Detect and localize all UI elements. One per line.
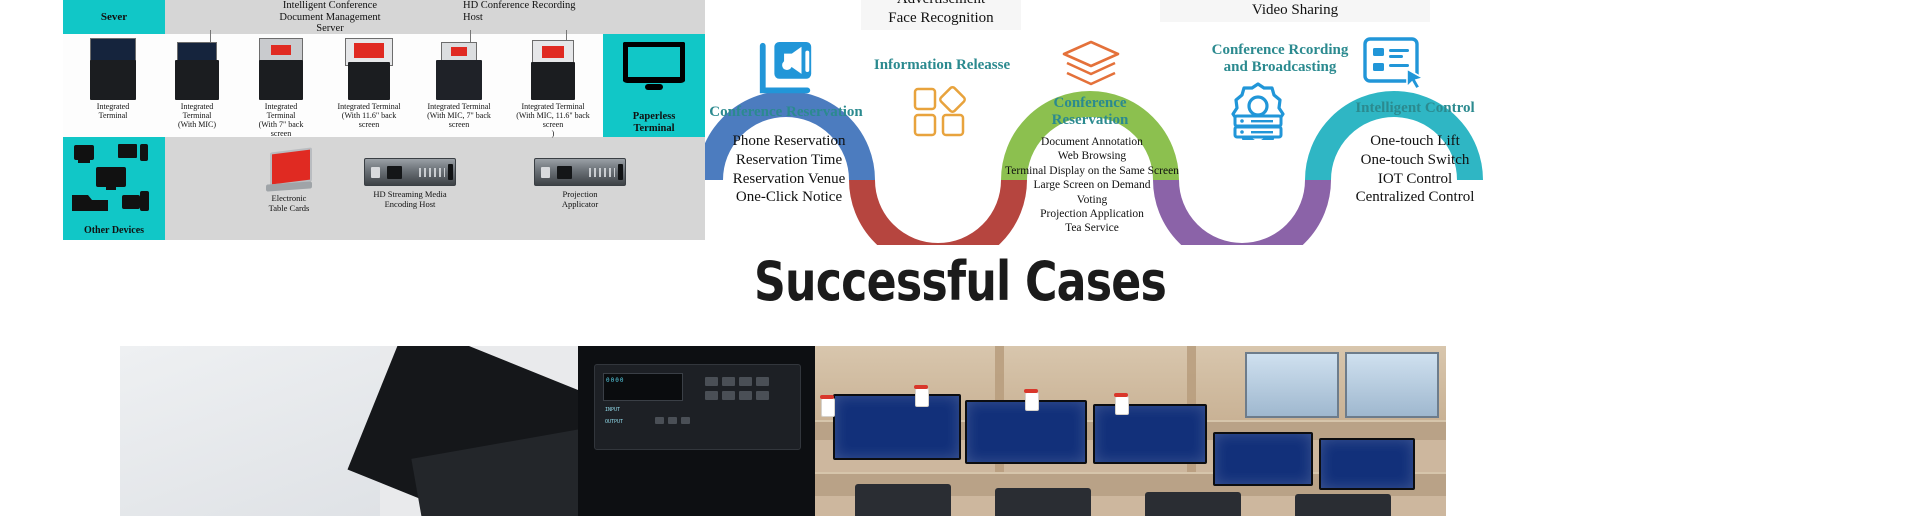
terminal-item: Integrated Terminal (With MIC) [155, 30, 239, 129]
other-devices-cell: Other Devices [63, 137, 165, 240]
segment-top-text-information-release: Advertisement Face Recognition [861, 0, 1021, 30]
bottom-item-caption: Projection Applicator [561, 189, 599, 209]
case-photo-strip: 0000 INPUT OUTPUT [120, 346, 1446, 516]
segment-title-conference-recording: Conference Rcording and Broadcasting [1211, 42, 1349, 75]
terminal-caption: Integrated Terminal (With MIC) [177, 102, 217, 129]
segment-details-intelligent-control: One-touch Lift One-touch Switch IOT Cont… [1355, 133, 1475, 206]
terminal-item: Integrated Terminal (With MIC, 11.6" bac… [505, 30, 601, 138]
tiles-icon [913, 86, 966, 137]
segment-title-conference-reservation-2: Conference Reservation [1051, 95, 1129, 128]
electronic-table-card-art [266, 147, 312, 192]
segment-title-intelligent-control: Intelligent Control [1355, 100, 1475, 116]
integrated-terminal-mic-7-art [424, 30, 494, 100]
bottom-item: Projection Applicator [495, 158, 665, 209]
segment-top-text-conference-recording: Conference Recording and Broadcasting Vi… [1160, 0, 1430, 22]
conference-room-photo [815, 346, 1446, 516]
panel-lcd-text: 0000 [606, 377, 625, 384]
segment-title-information-release: Information Releasse [873, 57, 1011, 73]
workflow-infographic: Conference Reservation Phone Reservation… [705, 0, 1515, 245]
header-intelligent-conference-doc-server: Intelligent Conference Document Manageme… [279, 0, 381, 34]
segment-title-conference-reservation: Conference Reservation [709, 104, 863, 120]
paperless-terminal-cell: Paperless Terminal [603, 34, 705, 137]
terminal-item: Integrated Terminal (With 11.6" back scr… [323, 38, 415, 129]
integrated-terminal-mic-116-art [518, 30, 588, 100]
bottom-item-caption: Electronic Table Cards [268, 193, 310, 213]
panel-label-2: OUTPUT [605, 419, 624, 425]
touch-panel-icon [1363, 37, 1426, 91]
terminal-item: Integrated Terminal [71, 38, 155, 120]
layers-icon [1062, 40, 1120, 86]
paperless-terminal-label: Paperless Terminal [632, 111, 676, 134]
control-panel-photo: 0000 INPUT OUTPUT [578, 346, 815, 516]
devices-icons [72, 144, 149, 211]
terminal-caption: Integrated Terminal [96, 102, 130, 120]
hd-streaming-encoding-host-art [364, 158, 456, 186]
integrated-terminal-7inch-art [246, 38, 316, 100]
terminal-caption: Integrated Terminal (With MIC, 7" back s… [427, 102, 491, 129]
terminal-caption: Integrated Terminal (With MIC, 11.6" bac… [516, 102, 590, 138]
terminal-item: Integrated Terminal (With MIC, 7" back s… [413, 30, 505, 129]
segment-details-conference-reservation: Phone Reservation Reservation Time Reser… [732, 133, 846, 206]
terminal-caption: Integrated Terminal (With 11.6" back scr… [337, 102, 401, 129]
integrated-terminal-mic-art [162, 30, 232, 100]
bottom-item-caption: HD Streaming Media Encoding Host [373, 189, 447, 209]
monitor-icon [623, 42, 685, 90]
header-hd-conference-recording-host: HD Conference Recording Host [463, 0, 576, 23]
segment-details-conference-reservation-2: Document Annotation Web Browsing Termina… [1005, 136, 1179, 235]
terminal-caption: Integrated Terminal (With 7" back screen [258, 102, 304, 138]
integrated-terminal-art [78, 38, 148, 100]
projection-applicator-art [534, 158, 626, 186]
terminal-item: Integrated Terminal (With 7" back screen [239, 38, 323, 138]
panel-label-1: INPUT [605, 407, 621, 413]
gear-server-icon [1231, 82, 1285, 140]
product-grid-header-row: Sever Intelligent Conference Document Ma… [63, 0, 705, 34]
dark-angular-ceiling-photo [120, 346, 578, 516]
bottom-item: Electronic Table Cards [241, 147, 337, 213]
top-band: Sever Intelligent Conference Document Ma… [0, 0, 1920, 245]
header-server: Sever [63, 0, 165, 34]
other-devices-label: Other Devices [83, 225, 145, 236]
bottom-item: HD Streaming Media Encoding Host [325, 158, 495, 209]
product-grid: Sever Intelligent Conference Document Ma… [63, 0, 705, 240]
integrated-terminal-116-art [334, 38, 404, 100]
page-title: Successful Cases [753, 250, 1167, 313]
presentation-board-icon [759, 41, 812, 94]
